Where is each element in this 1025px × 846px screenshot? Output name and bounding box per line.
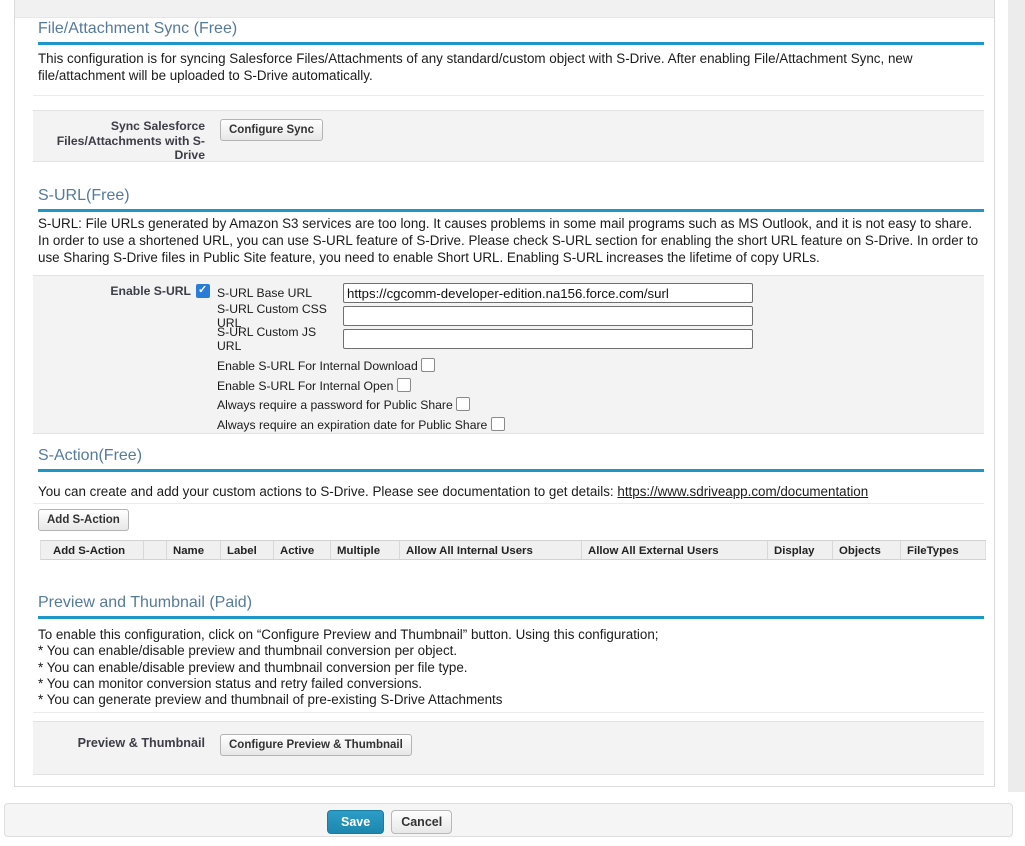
preview-bullet: * You can monitor conversion status and …	[38, 676, 980, 692]
divider	[33, 712, 984, 713]
add-saction-button[interactable]: Add S-Action	[38, 509, 129, 531]
documentation-link[interactable]: https://www.sdriveapp.com/documentation	[617, 484, 868, 499]
preview-bullet: * You can generate preview and thumbnail…	[38, 692, 980, 708]
file-sync-description: This configuration is for syncing Salesf…	[38, 51, 980, 84]
preview-bullet: * You can enable/disable preview and thu…	[38, 660, 980, 676]
section-title-file-sync: File/Attachment Sync (Free)	[38, 19, 984, 45]
settings-panel: Sync Salesforce Files/Attachments with S…	[14, 0, 995, 787]
column-header-display: Display	[768, 541, 833, 559]
column-header-empty	[144, 541, 167, 559]
section-title-saction: S-Action(Free)	[38, 446, 984, 472]
surl-description: S-URL: File URLs generated by Amazon S3 …	[38, 215, 980, 266]
page-right-margin	[1008, 0, 1025, 792]
section-title-surl: S-URL(Free)	[38, 186, 984, 212]
column-header-name: Name	[167, 541, 221, 559]
saction-description: You can create and add your custom actio…	[38, 484, 980, 501]
column-header-internal-users: Allow All Internal Users	[400, 541, 582, 559]
footer-button-bar: Save Cancel	[4, 803, 1013, 837]
column-header-add-saction: Add S-Action	[41, 541, 144, 559]
saction-table-header: Add S-Action Name Label Active Multiple …	[40, 540, 986, 560]
column-header-external-users: Allow All External Users	[582, 541, 768, 559]
save-button[interactable]: Save	[327, 810, 384, 834]
divider	[33, 95, 984, 96]
column-header-active: Active	[274, 541, 331, 559]
column-header-filetypes: FileTypes	[901, 541, 986, 559]
section-title-preview: Preview and Thumbnail (Paid)	[38, 593, 984, 619]
content-column: File/Attachment Sync (Free) This configu…	[38, 0, 984, 786]
footer-buttons: Save Cancel	[327, 810, 452, 834]
column-header-objects: Objects	[833, 541, 901, 559]
column-header-label: Label	[221, 541, 274, 559]
preview-bullet: * You can enable/disable preview and thu…	[38, 643, 980, 659]
divider	[33, 503, 984, 504]
preview-description: To enable this configuration, click on “…	[38, 627, 980, 708]
preview-intro: To enable this configuration, click on “…	[38, 627, 980, 643]
column-header-multiple: Multiple	[331, 541, 400, 559]
cancel-button[interactable]: Cancel	[391, 810, 452, 834]
